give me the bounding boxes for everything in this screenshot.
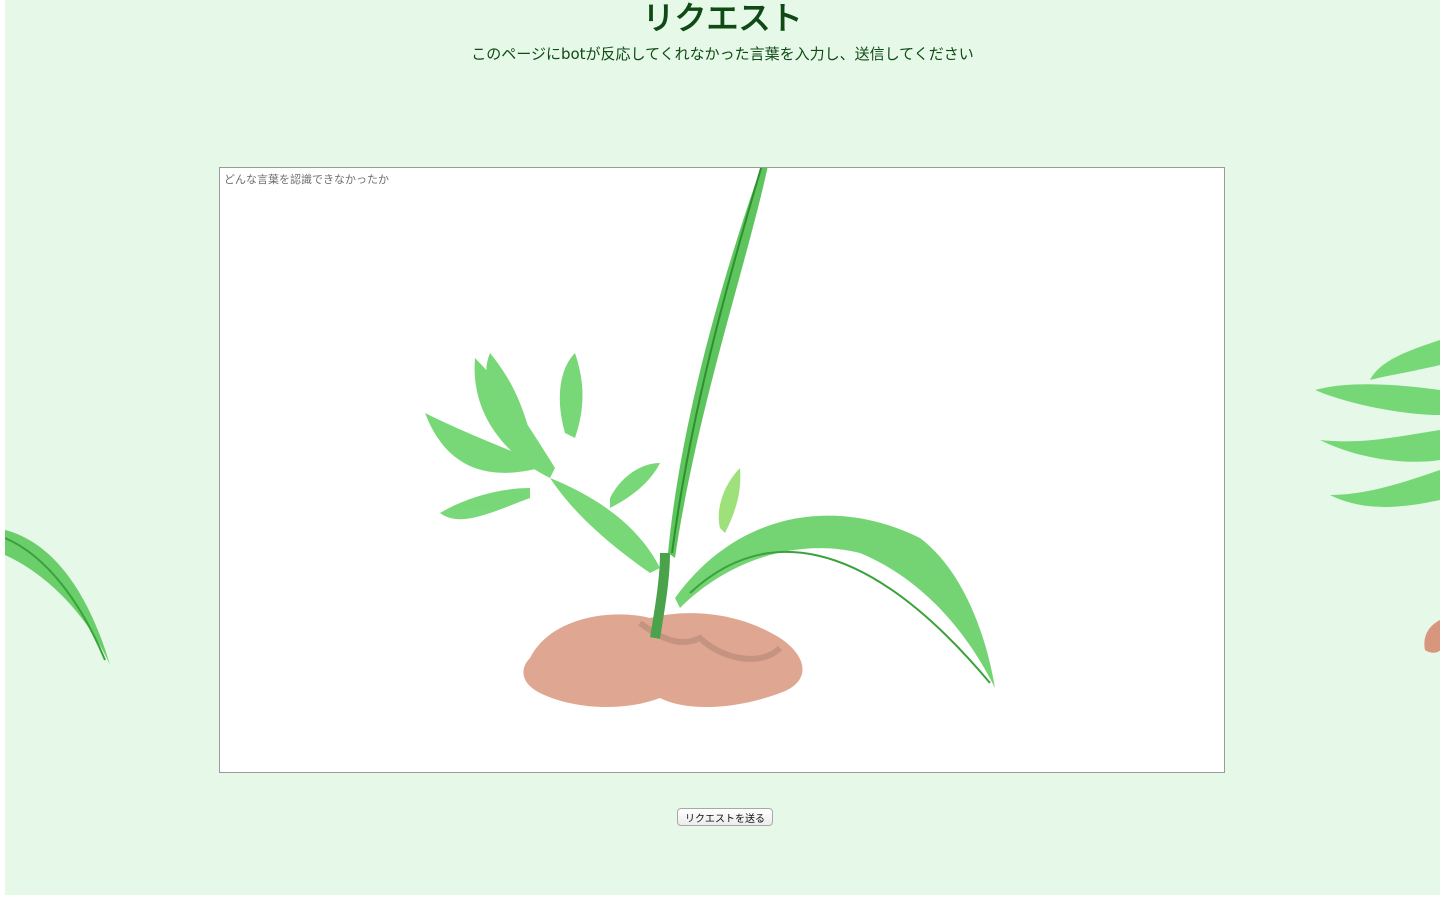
page-subtitle: このページにbotが反応してくれなかった言葉を入力し、送信してください — [471, 45, 974, 63]
request-form — [219, 167, 1225, 773]
page-background: リクエスト このページにbotが反応してくれなかった言葉を入力し、送信してくださ… — [5, 0, 1440, 895]
left-leaf-illustration — [5, 530, 110, 665]
right-leaf-illustration — [1315, 340, 1440, 653]
send-request-button[interactable]: リクエストを送る — [677, 808, 773, 826]
request-textarea[interactable] — [219, 167, 1225, 773]
page-title: リクエスト — [642, 0, 803, 37]
